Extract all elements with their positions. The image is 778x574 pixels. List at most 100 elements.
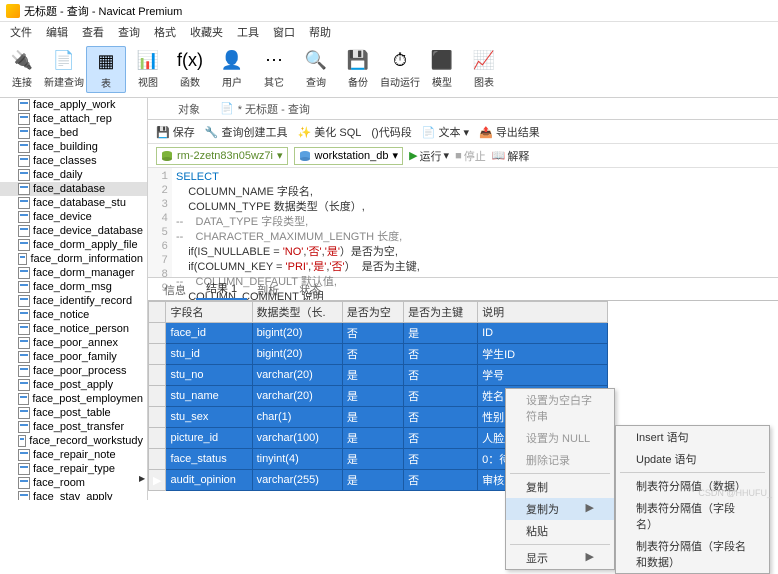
builder-button[interactable]: 🔧 查询创建工具 (205, 124, 288, 140)
tree-item[interactable]: face_poor_process (0, 364, 147, 378)
table-icon (18, 99, 30, 111)
用户-icon: 👤 (220, 48, 244, 72)
tree-item[interactable]: face_building (0, 140, 147, 154)
tree-item[interactable]: face_stay_apply (0, 490, 147, 500)
table-icon (18, 337, 30, 349)
tree-item[interactable]: face_notice (0, 308, 147, 322)
ctx-item[interactable]: Insert 语句 (616, 426, 769, 448)
toolbar-新建查询[interactable]: 📄新建查询 (44, 46, 84, 91)
table-icon (18, 253, 27, 265)
ctx-item[interactable]: 显示▶ (506, 547, 614, 569)
snippet-button[interactable]: ()代码段 (371, 124, 411, 140)
tree-item[interactable]: face_device_database (0, 224, 147, 238)
text-button[interactable]: 📄 文本 ▾ (422, 124, 469, 140)
tree-item[interactable]: face_post_table (0, 406, 147, 420)
tree-item[interactable]: face_repair_note (0, 448, 147, 462)
ctx-item[interactable]: Update 语句 (616, 448, 769, 470)
tree-item[interactable]: face_dorm_apply_file (0, 238, 147, 252)
table-row[interactable]: stu_idbigint(20)否否学生ID (149, 344, 608, 365)
tree-item[interactable]: face_post_employmen (0, 392, 147, 406)
table-icon (18, 295, 30, 307)
editor-tabs: 对象 📄 * 无标题 - 查询 (148, 98, 778, 120)
table-icon (18, 309, 30, 321)
db-combo[interactable]: workstation_db ▾ (294, 147, 404, 165)
tree-item[interactable]: face_poor_family (0, 350, 147, 364)
toolbar-模型[interactable]: ⬛模型 (422, 46, 462, 91)
run-button[interactable]: ▶ 运行 ▾ (409, 148, 449, 164)
toolbar-连接[interactable]: 🔌连接 (2, 46, 42, 91)
export-button[interactable]: 📤 导出结果 (479, 124, 540, 140)
toolbar-其它[interactable]: ⋯其它 (254, 46, 294, 91)
tree-item[interactable]: face_database (0, 182, 147, 196)
menu-file[interactable]: 文件 (10, 24, 32, 40)
stop-button[interactable]: ■ 停止 (455, 148, 486, 164)
toolbar-备份[interactable]: 💾备份 (338, 46, 378, 91)
tree-item[interactable]: face_dorm_manager (0, 266, 147, 280)
ctx-item[interactable]: 粘贴 (506, 520, 614, 542)
window-title: 无标题 - 查询 - Navicat Premium (24, 3, 182, 19)
table-icon (18, 379, 30, 391)
menu-fav[interactable]: 收藏夹 (190, 24, 223, 40)
table-icon (18, 435, 26, 447)
tab-query[interactable]: 📄 * 无标题 - 查询 (220, 101, 310, 117)
tree-item[interactable]: face_attach_rep (0, 112, 147, 126)
table-row[interactable]: face_idbigint(20)否是ID (149, 323, 608, 344)
menu-edit[interactable]: 编辑 (46, 24, 68, 40)
titlebar: 无标题 - 查询 - Navicat Premium (0, 0, 778, 22)
beautify-button[interactable]: ✨ 美化 SQL (298, 124, 362, 140)
table-icon (18, 393, 29, 405)
toolbar-图表[interactable]: 📈图表 (464, 46, 504, 91)
result-tabs: 信息 结果 1 剖析 状态 (148, 278, 778, 300)
tree-item[interactable]: face_identify_record (0, 294, 147, 308)
tree-item[interactable]: face_repair_type (0, 462, 147, 476)
ctx-item[interactable]: 复制 (506, 476, 614, 498)
menu-query[interactable]: 查询 (118, 24, 140, 40)
tree-item[interactable]: face_post_transfer (0, 420, 147, 434)
tree-item[interactable]: face_classes (0, 154, 147, 168)
toolbar-表[interactable]: ▦表 (86, 46, 126, 93)
tree-item[interactable]: face_apply_work (0, 98, 147, 112)
tree-item[interactable]: face_record_workstudy (0, 434, 147, 448)
toolbar-函数[interactable]: f(x)函数 (170, 46, 210, 91)
sidebar-tree[interactable]: face_apply_workface_attach_repface_bedfa… (0, 98, 148, 500)
save-button[interactable]: 💾 保存 (156, 124, 195, 140)
tab-info[interactable]: 信息 (154, 280, 196, 300)
sql-editor[interactable]: 123456789 SELECT COLUMN_NAME 字段名, COLUMN… (148, 168, 778, 278)
tree-item[interactable]: face_post_apply (0, 378, 147, 392)
explain-button[interactable]: 📖 解释 (492, 148, 530, 164)
table-icon (18, 281, 30, 293)
tree-item[interactable]: face_device (0, 210, 147, 224)
toolbar-自动运行[interactable]: ⏱自动运行 (380, 46, 420, 91)
tab-result[interactable]: 结果 1 (196, 278, 247, 300)
menu-help[interactable]: 帮助 (309, 24, 331, 40)
toolbar-查询[interactable]: 🔍查询 (296, 46, 336, 91)
toolbar-用户[interactable]: 👤用户 (212, 46, 252, 91)
menu-format[interactable]: 格式 (154, 24, 176, 40)
app-logo-icon (6, 4, 20, 18)
tab-objects[interactable]: 对象 (178, 101, 200, 117)
menu-window[interactable]: 窗口 (273, 24, 295, 40)
tree-item[interactable]: face_dorm_information (0, 252, 147, 266)
table-icon (18, 323, 30, 335)
tab-profile[interactable]: 剖析 (247, 280, 289, 300)
query-toolbar: 💾 保存 🔧 查询创建工具 ✨ 美化 SQL ()代码段 📄 文本 ▾ 📤 导出… (148, 120, 778, 144)
tree-item[interactable]: face_dorm_msg (0, 280, 147, 294)
table-row[interactable]: stu_novarchar(20)是否学号 (149, 365, 608, 386)
函数-icon: f(x) (178, 48, 202, 72)
tab-status[interactable]: 状态 (289, 280, 331, 300)
toolbar-视图[interactable]: 📊视图 (128, 46, 168, 91)
tree-item[interactable]: face_room (0, 476, 147, 490)
ctx-item[interactable]: 制表符分隔值（字段名） (616, 497, 769, 535)
table-icon (18, 463, 30, 475)
tree-item[interactable]: face_notice_person (0, 322, 147, 336)
ctx-item[interactable]: 复制为▶ (506, 498, 614, 520)
menu-tools[interactable]: 工具 (237, 24, 259, 40)
ctx-item[interactable]: 制表符分隔值（字段名和数据） (616, 535, 769, 573)
server-combo[interactable]: rm-2zetn83n05wz7i ▾ (156, 147, 288, 165)
tree-item[interactable]: face_database_stu (0, 196, 147, 210)
table-icon (18, 239, 30, 251)
tree-item[interactable]: face_daily (0, 168, 147, 182)
tree-item[interactable]: face_poor_annex (0, 336, 147, 350)
menu-view[interactable]: 查看 (82, 24, 104, 40)
tree-item[interactable]: face_bed (0, 126, 147, 140)
